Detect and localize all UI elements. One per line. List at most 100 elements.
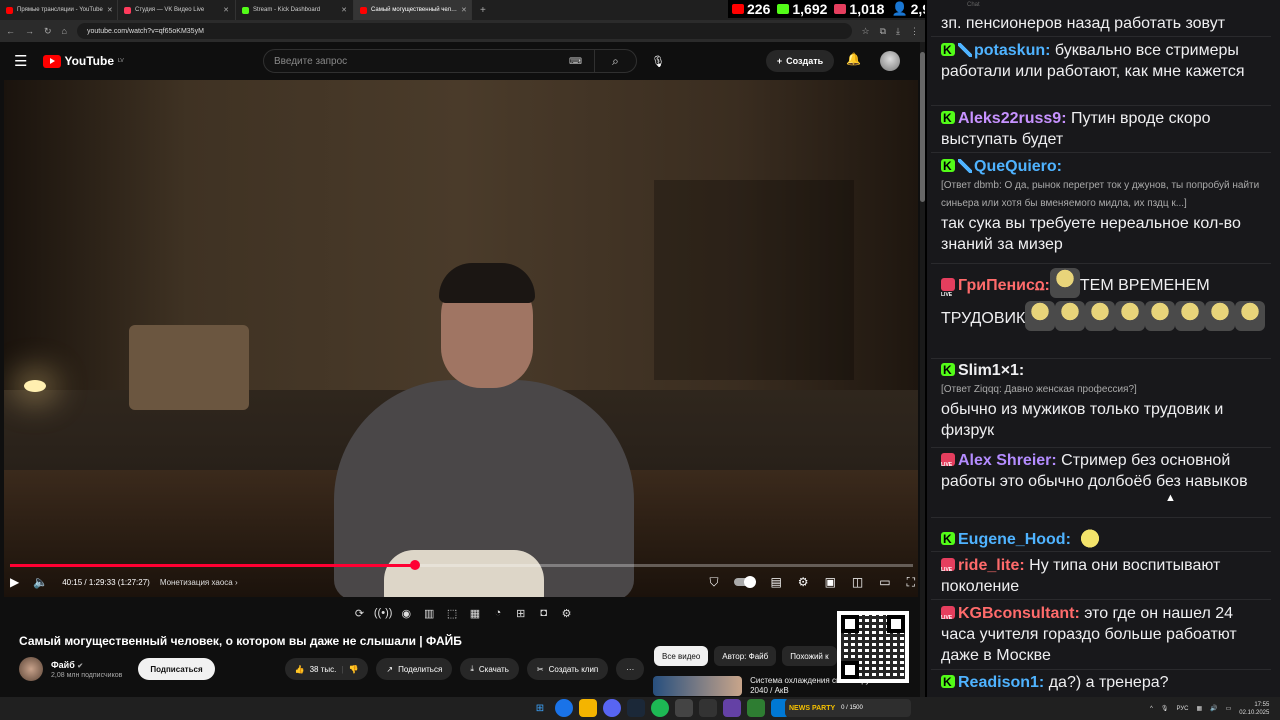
notifications-bell-icon[interactable]: 🔔 (846, 52, 861, 66)
gear-icon[interactable]: ⚙ (558, 607, 575, 620)
subscribe-button[interactable]: Подписаться (138, 658, 215, 680)
spotify-icon[interactable] (651, 699, 669, 717)
search-input[interactable]: Введите запрос ⌨ ⌕ (263, 49, 637, 73)
broadcast-icon[interactable]: ((•)) (374, 607, 393, 619)
kick-icon (777, 4, 790, 14)
chat-header: Chat (967, 2, 980, 8)
subtitles-icon[interactable]: ▤ (770, 575, 781, 589)
back-icon[interactable]: ← (6, 26, 15, 36)
filmstrip-icon[interactable]: ▥ (421, 607, 438, 620)
loop-icon[interactable]: ⟳ (351, 607, 368, 620)
close-icon[interactable]: ✕ (223, 6, 229, 14)
crop-icon[interactable]: ⬚ (444, 607, 461, 620)
hamburger-menu-icon[interactable]: ☰ (14, 52, 27, 70)
film-icon[interactable]: ▦ (467, 607, 484, 620)
chrome-icon[interactable] (555, 699, 573, 717)
like-button[interactable]: 👍 38 тыс. | 👎 (284, 658, 369, 680)
add-box-icon[interactable]: ⊞ (512, 607, 529, 620)
url-field[interactable]: youtube.com/watch?v=qf65oKM35yM (76, 23, 852, 39)
clock[interactable]: 17:55 02.10.2025 (1239, 701, 1269, 717)
miniplayer-icon[interactable]: ▣ (825, 575, 836, 589)
microphone-icon[interactable]: 🎙 (1161, 705, 1169, 712)
new-tab-button[interactable]: + (472, 5, 494, 16)
app-icon[interactable] (723, 699, 741, 717)
app-icon[interactable] (675, 699, 693, 717)
battery-icon[interactable]: ▭ (1226, 705, 1232, 712)
chip-similar[interactable]: Похожий к (782, 646, 837, 666)
tab-vk-studio[interactable]: Студия — VK Видео Live ✕ (118, 0, 236, 20)
menu-icon[interactable]: ⋮ (910, 26, 919, 37)
tab-label: Прямые трансляции - YouTube (17, 7, 103, 13)
create-button[interactable]: + Создать (766, 50, 834, 72)
bookmark-star-icon[interactable]: ☆ (862, 26, 870, 37)
emote-icon (1205, 301, 1236, 331)
news-party-widget[interactable]: NEWS PARTY 0 / 1500 (785, 699, 911, 717)
chapter-label[interactable]: Монетизация хаоса › (160, 578, 238, 587)
avatar[interactable] (880, 51, 900, 71)
close-icon[interactable]: ✕ (107, 6, 113, 14)
shield-icon[interactable]: ⛉ (709, 575, 718, 590)
settings-gear-icon[interactable]: ⚙ (798, 575, 809, 589)
verified-icon: ✔ (77, 662, 84, 670)
app-icon[interactable] (747, 699, 765, 717)
volume-icon[interactable]: 🔊 (1210, 705, 1217, 712)
extensions-icon[interactable]: ⧉ (880, 26, 886, 37)
tab-kick-dashboard[interactable]: Stream - Kick Dashboard ✕ (236, 0, 354, 20)
youtube-favicon-icon (6, 6, 13, 14)
keyboard-icon[interactable]: ⌨ (569, 56, 582, 67)
download-icon[interactable]: ⤓ (896, 26, 900, 37)
home-icon[interactable]: ⌂ (62, 26, 67, 36)
qr-code (837, 611, 909, 683)
video-player[interactable] (4, 80, 918, 597)
obs-icon[interactable] (699, 699, 717, 717)
steam-icon[interactable] (627, 699, 645, 717)
fullscreen-icon[interactable]: ⛶ (907, 575, 915, 590)
close-icon[interactable]: ✕ (461, 6, 467, 14)
windows-start-icon[interactable]: ⊞ (531, 699, 549, 717)
more-actions-button[interactable]: ··· (616, 658, 645, 680)
emote-icon (1145, 301, 1176, 331)
file-explorer-icon[interactable] (579, 699, 597, 717)
video-lamp (24, 380, 46, 392)
autoplay-toggle[interactable] (734, 576, 757, 588)
play-icon[interactable]: ▶ (10, 575, 19, 589)
camera-icon[interactable]: ◘ (535, 607, 552, 619)
video-progress-bar[interactable] (10, 560, 913, 570)
chip-author[interactable]: Автор: Файб (714, 646, 777, 666)
thumbs-down-icon[interactable]: 👎 (348, 665, 358, 674)
tab-current-video[interactable]: Самый могущественный чел… ✕ (354, 0, 472, 20)
person-icon: 👤 (891, 1, 908, 16)
discord-icon[interactable] (603, 699, 621, 717)
language-indicator[interactable]: РУС (1176, 706, 1188, 712)
video-radio (129, 325, 249, 410)
forward-icon[interactable]: → (25, 26, 34, 36)
channel-avatar[interactable] (19, 657, 43, 681)
chat-message: KGBconsultant: это где он нашел 24 часа … (941, 603, 1271, 666)
related-thumbnail[interactable] (653, 676, 743, 696)
mouse-cursor-icon: ▲ (1165, 492, 1176, 504)
kick-favicon-icon (242, 6, 249, 14)
chevron-up-icon[interactable]: ^ (1150, 706, 1153, 712)
volume-icon[interactable]: 🔈 (33, 575, 48, 589)
vk-favicon-icon (124, 6, 131, 14)
reload-icon[interactable]: ↻ (44, 26, 52, 37)
close-icon[interactable]: ✕ (341, 6, 347, 14)
chat-message: Readison1: да?) а тренера? (941, 672, 1271, 693)
theater-mode-icon[interactable]: ▭ (879, 575, 890, 589)
download-button[interactable]: ⤓ Скачать (460, 658, 519, 680)
extension-toolbar: ⟳ ((•)) ◉ ▥ ⬚ ▦ ◔ ⊞ ◘ ⚙ (351, 603, 575, 623)
chip-all-videos[interactable]: Все видео (654, 646, 709, 666)
tab-youtube-live[interactable]: Прямые трансляции - YouTube ✕ (0, 0, 118, 20)
pip-icon[interactable]: ◫ (852, 575, 863, 589)
share-button[interactable]: ↗ Поделиться (376, 658, 453, 680)
sword-badge-icon (958, 159, 972, 173)
youtube-logo[interactable]: YouTube LV (43, 54, 124, 68)
create-clip-button[interactable]: ✂ Создать клип (526, 658, 609, 680)
search-icon[interactable]: ⌕ (594, 50, 636, 72)
network-icon[interactable]: ▦ (1196, 705, 1202, 712)
channel-name[interactable]: Файб ✔ (51, 660, 122, 670)
eye-icon[interactable]: ◉ (398, 607, 415, 620)
viewer-stats: 226 1,692 1,018 👤2,936 (728, 0, 950, 18)
microphone-icon[interactable]: 🎙 (646, 50, 670, 72)
speed-icon[interactable]: ◔ (489, 607, 506, 619)
